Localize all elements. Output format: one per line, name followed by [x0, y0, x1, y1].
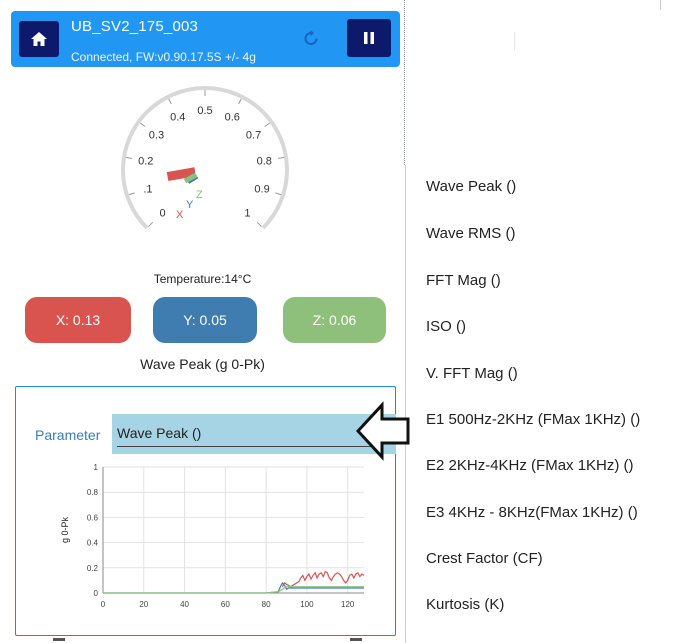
- gauge-tick: [168, 98, 172, 105]
- chart-y-tick-label: 0: [94, 589, 99, 598]
- gauge-axis-z-label: Z: [196, 189, 203, 201]
- gauge-tick: [256, 221, 262, 227]
- z-reading-button[interactable]: Z: 0.06: [283, 297, 386, 343]
- gauge-tick-label: 1: [244, 207, 250, 219]
- menu-item-kurtosis[interactable]: Kurtosis (K): [426, 596, 504, 613]
- gauge-axis-x-label: X: [176, 209, 184, 221]
- parameter-underline: [117, 446, 373, 447]
- chart-x-tick-label: 60: [221, 600, 230, 609]
- home-icon: [31, 32, 47, 46]
- menu-item-wave-peak[interactable]: Wave Peak (): [426, 178, 516, 195]
- temperature-label: Temperature:14°C: [153, 272, 252, 286]
- vibration-gauge: 0 .1 0.2 0.3 0.4 0.5 0.6 0.7 0.8 0.9 1 X Y Z: [121, 86, 289, 230]
- parameter-selected-value: Wave Peak (): [117, 425, 202, 441]
- menu-item-fft-mag[interactable]: FFT Mag (): [426, 272, 501, 289]
- device-name: UB_SV2_175_003: [71, 18, 199, 35]
- gauge-tick-label: 0.6: [225, 112, 240, 124]
- top-mark: [514, 32, 515, 50]
- chart-card: Parameter Wave Peak () 0 20 40 60 80 100 120 0 0…: [15, 386, 396, 636]
- chart-x-tick-label: 120: [341, 600, 355, 609]
- gauge-tick-label: 0.3: [149, 130, 164, 142]
- gauge-tick-label: 0: [160, 207, 166, 219]
- gauge-tick: [125, 156, 132, 159]
- y-reading-button[interactable]: Y: 0.05: [153, 297, 257, 343]
- menu-item-wave-rms[interactable]: Wave RMS (): [426, 225, 515, 242]
- pause-button[interactable]: [347, 19, 391, 57]
- chart-x-tick-label: 0: [101, 600, 106, 609]
- menu-item-e1[interactable]: E1 500Hz-2KHz (FMax 1KHz) (): [426, 411, 640, 428]
- refresh-icon: [304, 30, 318, 45]
- connection-status: Connected, FW:v0.90.17.5S +/- 4g: [71, 50, 256, 64]
- home-button[interactable]: [19, 21, 59, 57]
- menu-item-v-fft-mag[interactable]: V. FFT Mag (): [426, 365, 518, 382]
- chart-x-tick-label: 40: [180, 600, 189, 609]
- chart-series-0: [281, 570, 365, 588]
- chart-series-1: [103, 581, 364, 594]
- gauge-tick-label: 0.9: [254, 184, 269, 196]
- gauge-tick: [139, 122, 146, 127]
- refresh-button[interactable]: [301, 28, 321, 53]
- bottom-tick-left: [53, 638, 65, 641]
- gauge-tick-label: 0.2: [138, 156, 153, 168]
- chart-y-tick-label: 0.4: [87, 539, 99, 548]
- gauge-tick-label: 0.8: [257, 156, 272, 168]
- gauge-tick-label: .1: [143, 184, 152, 196]
- bottom-tick-right: [350, 638, 362, 641]
- gauge-tick-label: 0.7: [246, 130, 261, 142]
- menu-item-iso[interactable]: ISO (): [426, 318, 466, 335]
- pause-icon: [364, 32, 374, 44]
- panel-divider-dotted: [404, 0, 405, 165]
- gauge-tick: [278, 156, 285, 159]
- gauge-tick: [128, 192, 135, 196]
- left-arrow-icon: [356, 401, 410, 461]
- chart-y-tick-label: 0.8: [87, 488, 99, 497]
- gauge-bars: [166, 167, 199, 184]
- parameter-dropdown[interactable]: Wave Peak (): [112, 414, 396, 454]
- app-screen: UB_SV2_175_003 Connected, FW:v0.90.17.5S…: [0, 0, 405, 643]
- chart-x-tick-label: 80: [262, 600, 271, 609]
- menu-item-e3[interactable]: E3 4KHz - 8KHz(FMax 1KHz) (): [426, 504, 638, 521]
- chart-y-axis-label: g 0-Pk: [60, 516, 70, 543]
- chart-y-tick-label: 0.6: [87, 513, 99, 522]
- menu-item-e2[interactable]: E2 2KHz-4KHz (FMax 1KHz) (): [426, 457, 634, 474]
- parameter-label: Parameter: [35, 427, 101, 443]
- chart-y-tick-label: 0.2: [87, 564, 99, 573]
- chart-y-tick-label: 1: [94, 463, 99, 472]
- chart-x-tick-label: 100: [300, 600, 314, 609]
- chart-x-tick-label: 20: [139, 600, 148, 609]
- gauge-tick: [148, 221, 154, 227]
- x-reading-button[interactable]: X: 0.13: [25, 297, 131, 343]
- menu-item-crest-factor[interactable]: Crest Factor (CF): [426, 550, 543, 567]
- app-bar: UB_SV2_175_003 Connected, FW:v0.90.17.5S…: [11, 11, 400, 67]
- wave-title: Wave Peak (g 0-Pk): [140, 356, 265, 372]
- gauge-tick-label: 0.5: [197, 105, 212, 117]
- gauge-axis-y-label: Y: [186, 199, 194, 211]
- gauge-tick: [238, 98, 242, 105]
- gauge-tick: [264, 122, 271, 127]
- corner-mark: [660, 0, 661, 10]
- gauge-tick-label: 0.4: [170, 112, 185, 124]
- gauge-tick: [275, 192, 282, 196]
- wave-chart: 0 20 40 60 80 100 120 0 0.2 0.4 0.6 0.8 1 g 0-Pk: [60, 463, 365, 609]
